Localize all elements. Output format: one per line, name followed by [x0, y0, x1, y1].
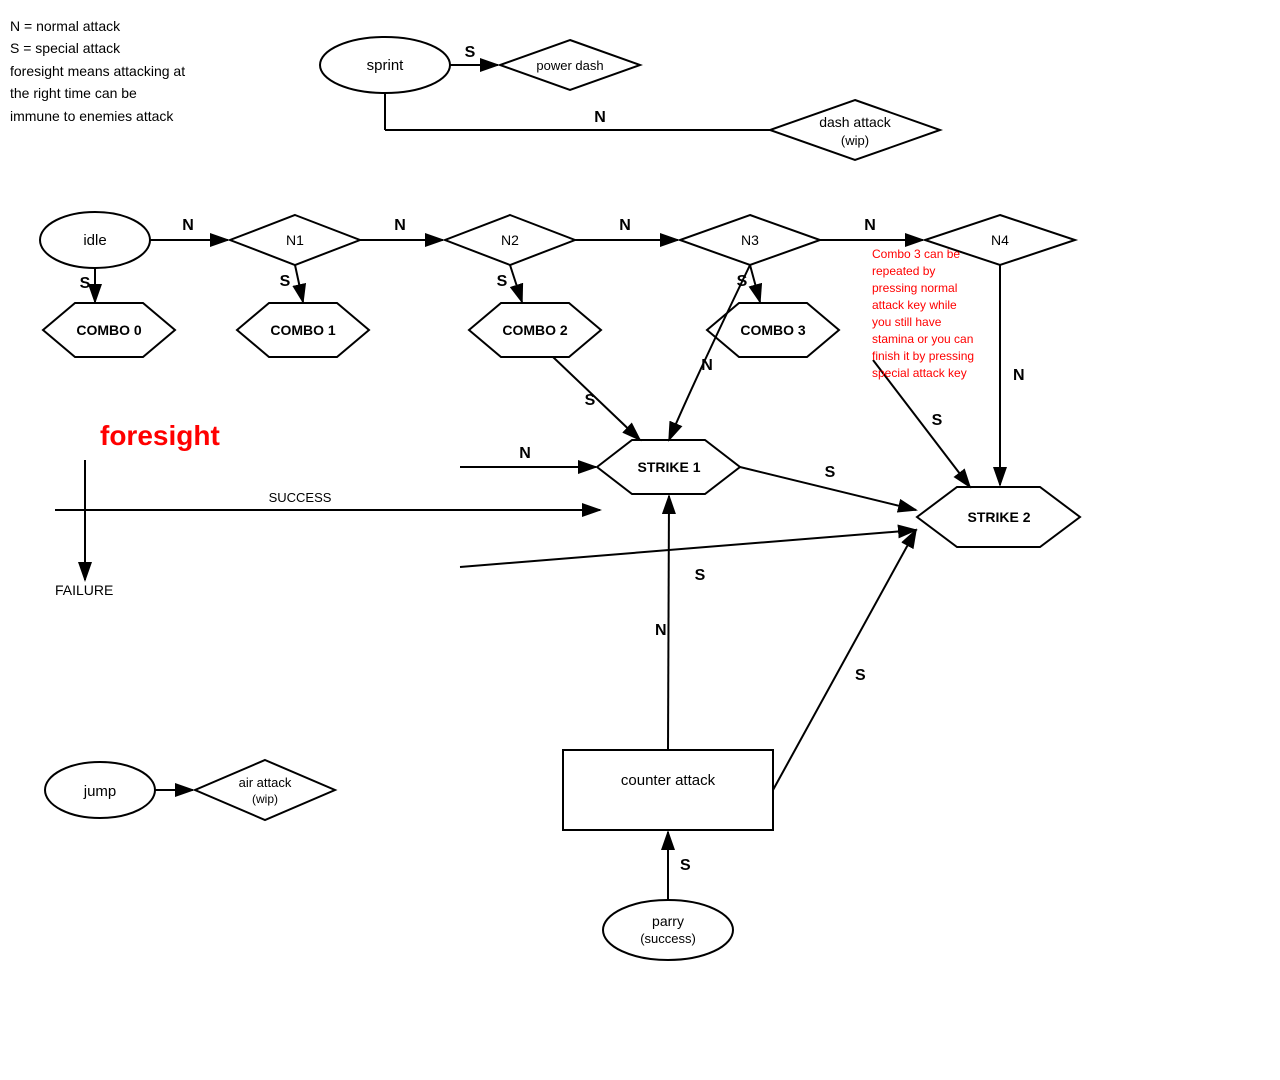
label-s-bottom: S [695, 567, 706, 584]
label-n-counter-strike1: N [655, 622, 667, 639]
air-attack-label: air attack [239, 775, 292, 790]
sprint-label: sprint [367, 57, 405, 74]
label-n-n3-n4: N [864, 217, 876, 234]
combo3-note-2: repeated by [872, 264, 935, 278]
label-n-n4-strike2: N [1013, 367, 1025, 384]
idle-label: idle [83, 232, 106, 249]
combo3-note-6: stamina or you can [872, 332, 973, 346]
arrow-n3-combo3 [750, 265, 760, 302]
dash-attack-wip-label: (wip) [841, 133, 869, 148]
label-s-combo3-strike2: S [932, 412, 943, 429]
power-dash-label: power dash [536, 58, 603, 73]
combo3-note-8: special attack key [872, 366, 967, 380]
parry-node [603, 900, 733, 960]
failure-label: FAILURE [55, 582, 113, 598]
counter-attack-label: counter attack [621, 772, 716, 789]
label-s-n2-combo2: S [497, 273, 508, 290]
strike1-label: STRIKE 1 [637, 459, 700, 475]
n3-label: N3 [741, 232, 759, 248]
air-attack-node [195, 760, 335, 820]
strike2-label: STRIKE 2 [967, 509, 1030, 525]
combo3-note-5: you still have [872, 315, 942, 329]
n1-label: N1 [286, 232, 304, 248]
diagram-svg: sprint power dash S N dash attack (wip) … [0, 0, 1280, 1080]
parry-success-label: (success) [640, 931, 696, 946]
air-attack-wip-label: (wip) [252, 792, 278, 806]
label-s-strike1-strike2: S [825, 464, 836, 481]
n4-label: N4 [991, 232, 1009, 248]
dash-attack-label: dash attack [819, 114, 892, 130]
label-s-parry-counter: S [680, 857, 691, 874]
label-n-idle-n1: N [182, 217, 194, 234]
jump-label: jump [83, 783, 117, 800]
label-n-dash-attack: N [594, 109, 606, 126]
combo3-note-7: finish it by pressing [872, 349, 974, 363]
label-n-n2-n3: N [619, 217, 631, 234]
foresight-label: foresight [100, 420, 220, 451]
label-success: SUCCESS [269, 490, 332, 505]
label-s-sprint-powerdash: S [465, 44, 476, 61]
label-n-n1-n2: N [394, 217, 406, 234]
combo0-label: COMBO 0 [76, 322, 142, 338]
arrow-counter-strike1-n [668, 496, 669, 750]
combo3-label: COMBO 3 [740, 322, 806, 338]
arrow-counter-strike2-s [773, 530, 916, 790]
label-s-counter-strike2: S [855, 667, 866, 684]
label-s-idle-combo0: S [80, 275, 91, 292]
combo3-note-3: pressing normal [872, 281, 957, 295]
label-s-combo2-strike1: S [585, 392, 596, 409]
arrow-combo2-strike1 [553, 357, 640, 440]
label-n-to-strike1: N [519, 445, 531, 462]
parry-label: parry [652, 913, 684, 929]
counter-attack-node [563, 750, 773, 830]
combo1-label: COMBO 1 [270, 322, 336, 338]
arrow-s-to-strike2 [460, 530, 916, 567]
n2-label: N2 [501, 232, 519, 248]
label-n-n3-strike1: N [701, 357, 713, 374]
combo3-note-1: Combo 3 can be [872, 247, 960, 261]
dash-attack-node [770, 100, 940, 160]
combo3-note-4: attack key while [872, 298, 957, 312]
combo2-label: COMBO 2 [502, 322, 568, 338]
label-s-n1-combo1: S [280, 273, 291, 290]
arrow-n1-combo1 [295, 265, 303, 302]
arrow-n2-combo2 [510, 265, 522, 302]
